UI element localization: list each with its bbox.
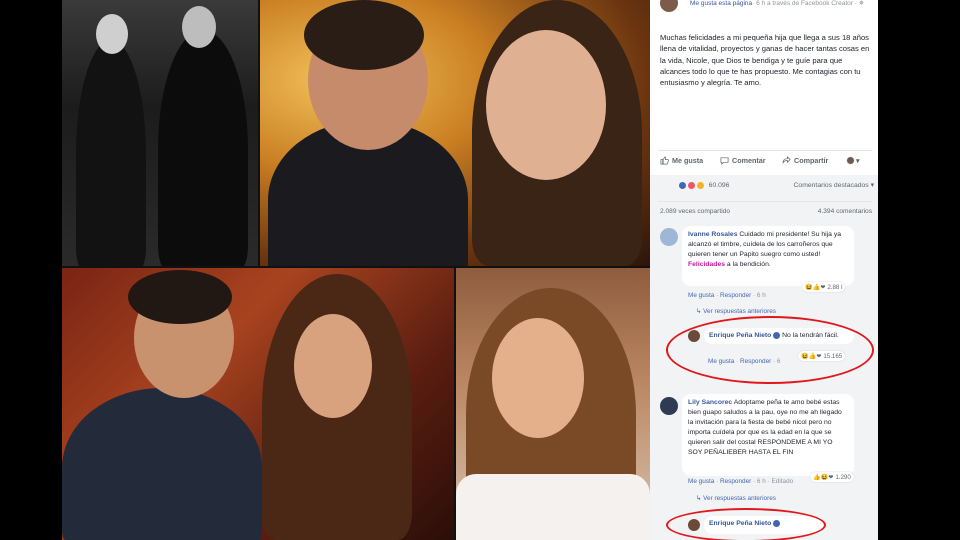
reaction-icons: 👍😆❤ [813,474,834,481]
post-header-meta: Me gusta esta página· 6 h a través de Fa… [690,0,864,8]
reaction-count: 1.290 [835,474,851,481]
comment-label: Comentar [732,156,766,165]
divider [658,201,872,202]
see-previous-replies[interactable]: ↳ Ver respuestas anteriores [696,307,776,315]
commenter-name[interactable]: Ivanne Rosales [688,231,738,238]
comments-filter[interactable]: Comentarios destacados ▾ [794,181,874,189]
comment-reply-link[interactable]: Responder [720,292,751,299]
reply-bubble: Enrique Peña Nieto No la tendrán fácil. [704,328,854,344]
reaction-icons: 😆👍❤ [801,353,822,360]
page-background [878,0,960,540]
commenter-avatar[interactable] [660,228,678,246]
reply-author-name[interactable]: Enrique Peña Nieto [709,332,771,339]
comment-bubble: Lily Sancorec Adoptame peña te amo bebé … [682,394,854,476]
reaction-count: 2.88 l [827,284,843,291]
verified-badge-icon [773,519,781,527]
reply-avatar[interactable] [688,519,700,531]
like-button[interactable]: Me gusta [660,156,703,165]
comment-meta: Me gusta · Responder · 6 h [688,292,766,299]
reply-text: No la tendrán fácil. [782,332,839,339]
see-previous-replies[interactable]: ↳ Ver respuestas anteriores [696,494,776,502]
divider [658,150,872,151]
reply-time: · 6 [773,358,781,365]
photo-kiss-on-cheek[interactable] [260,0,650,266]
thumbs-up-icon [660,156,669,165]
chevron-down-icon: ▾ [856,156,860,165]
reaction-count: 15.165 [823,353,843,360]
post-actions: Me gusta Comentar Compartir ▾ [660,156,872,170]
photo-smiling-couple[interactable] [62,268,454,540]
like-page-link[interactable]: Me gusta esta página [690,0,752,7]
reactions-summary[interactable]: 60.096 Comentarios destacados ▾ [678,181,874,190]
reactions-count: 60.096 [708,182,730,190]
comment-bubble: Ivanne Rosales Cuidado mi presidente! Su… [682,226,854,286]
share-label: Compartir [794,156,829,165]
comment-button[interactable]: Comentar [720,156,766,165]
post-text: Muchas felicidades a mi pequeña hija que… [660,33,870,88]
post-header: Me gusta esta página· 6 h a través de Fa… [660,0,870,20]
reply-meta: Me gusta · Responder · 6 [708,358,781,365]
comment-like-link[interactable]: Me gusta [688,478,714,485]
commenter-name[interactable]: Lily Sancorec [688,399,732,406]
comment-reactions[interactable]: 👍😆❤ 1.290 [810,472,854,482]
reply-reply-link[interactable]: Responder [740,358,771,365]
photo-young-woman-portrait[interactable] [456,268,650,540]
comment-reply-link[interactable]: Responder [720,478,751,485]
page-avatar[interactable] [660,0,678,12]
comments-count[interactable]: 4.394 comentarios [818,208,872,215]
highlighted-word: Felicidades [688,261,726,268]
comment-time: · 6 h · Editado [753,478,794,485]
like-label: Me gusta [672,156,704,165]
share-stats: 2.089 veces compartido 4.394 comentarios [660,208,872,215]
share-button[interactable]: Compartir [782,156,828,165]
audience-selector[interactable]: ▾ [846,156,860,165]
commenter-avatar[interactable] [660,397,678,415]
reply-reactions[interactable]: 😆👍❤ 15.165 [798,351,846,361]
reply-avatar[interactable] [688,330,700,342]
shares-count[interactable]: 2.089 veces compartido [660,208,730,215]
share-icon [782,156,791,164]
comment-text: Adoptame peña te amo bebé estas bien gua… [688,399,842,456]
comment-time: · 6 h [753,292,766,299]
reply-author-name[interactable]: Enrique Peña Nieto [709,520,771,527]
love-reaction-icon [686,181,696,190]
globe-icon: ✵ [858,0,865,7]
comment-icon [720,157,729,165]
reaction-icons: 😆👍❤ [805,284,826,291]
like-reaction-icon [678,181,687,190]
comment-meta: Me gusta · Responder · 6 h · Editado [688,478,794,485]
user-avatar-icon [846,156,855,165]
comment-like-link[interactable]: Me gusta [688,292,714,299]
photo-black-white-couple[interactable] [62,0,258,266]
reply-bubble: Enrique Peña Nieto [704,516,824,534]
photo-collage[interactable] [62,0,650,540]
post-time-location: · 6 h a través de Facebook Creator · [752,0,859,7]
haha-reaction-icon [695,181,705,190]
comment-reactions[interactable]: 😆👍❤ 2.88 l [802,282,846,292]
reply-like-link[interactable]: Me gusta [708,358,734,365]
facebook-post-panel: Me gusta esta página· 6 h a través de Fa… [650,0,878,540]
comment-text-end: a la bendición. [725,261,771,268]
verified-badge-icon [773,331,781,339]
